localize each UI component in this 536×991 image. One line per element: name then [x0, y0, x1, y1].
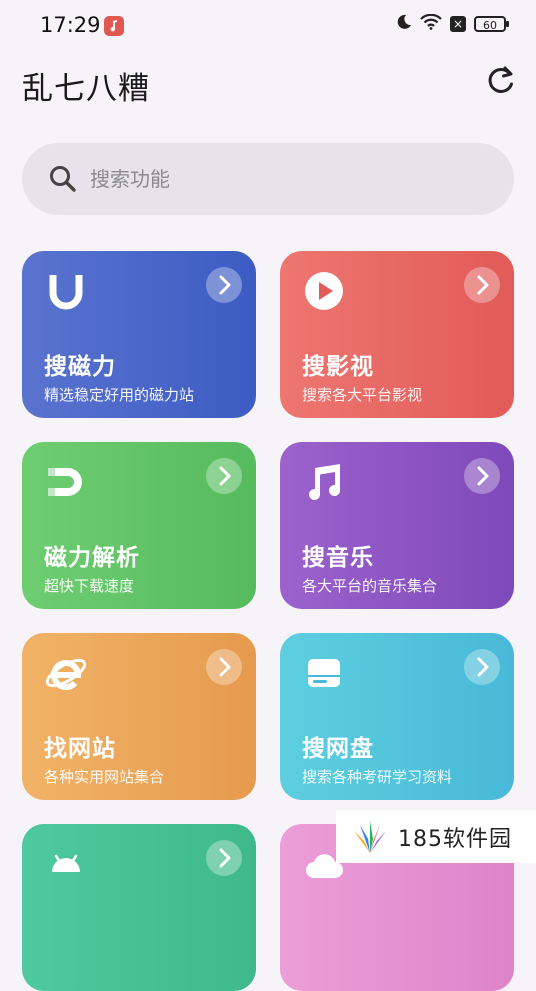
card-search-music[interactable]: 搜音乐 各大平台的音乐集合: [280, 442, 514, 609]
ie-browser-icon: [45, 658, 87, 691]
chevron-right-icon[interactable]: [206, 840, 242, 876]
watermark-text: 185软件园: [398, 826, 512, 852]
card-android[interactable]: [22, 824, 256, 991]
card-title: 找网站: [44, 736, 116, 762]
close-box-icon: ×: [450, 16, 466, 32]
wifi-icon: [420, 13, 442, 34]
refresh-icon: [488, 66, 513, 93]
chevron-right-icon[interactable]: [206, 267, 242, 303]
magnet-u-icon: [49, 275, 83, 310]
card-title: 搜音乐: [302, 545, 374, 571]
card-search-magnet[interactable]: 搜磁力 精选稳定好用的磁力站: [22, 251, 256, 418]
search-bar[interactable]: [22, 143, 514, 215]
card-title: 搜影视: [302, 354, 374, 380]
moon-icon: [396, 14, 412, 34]
card-subtitle: 搜索各大平台影视: [302, 386, 423, 404]
card-title: 搜磁力: [44, 354, 116, 380]
card-magnet-parse[interactable]: 磁力解析 超快下载速度: [22, 442, 256, 609]
card-find-website[interactable]: 找网站 各种实用网站集合: [22, 633, 256, 800]
card-title: 搜网盘: [302, 736, 374, 762]
chevron-right-icon[interactable]: [206, 649, 242, 685]
page-title: 乱七八糟: [22, 71, 150, 107]
status-icons: × 60: [396, 13, 509, 34]
watermark-logo-icon: [354, 820, 386, 853]
battery-icon: 60: [474, 16, 509, 32]
watermark: 185软件园: [336, 810, 536, 863]
card-search-netdisk[interactable]: 搜网盘 搜索各种考研学习资料: [280, 633, 514, 800]
music-note-icon: [309, 464, 341, 500]
card-subtitle: 超快下载速度: [44, 577, 135, 595]
chevron-right-icon[interactable]: [206, 458, 242, 494]
card-search-video[interactable]: 搜影视 搜索各大平台影视: [280, 251, 514, 418]
refresh-button[interactable]: [484, 64, 518, 98]
status-bar: 17:29 × 60: [0, 0, 536, 56]
play-icon: [305, 272, 343, 310]
card-subtitle: 精选稳定好用的磁力站: [44, 386, 195, 404]
drive-icon: [308, 659, 340, 687]
card-title: 磁力解析: [44, 545, 140, 571]
card-subtitle: 各大平台的音乐集合: [302, 577, 438, 595]
card-subtitle: 各种实用网站集合: [44, 768, 165, 786]
card-subtitle: 搜索各种考研学习资料: [302, 768, 453, 786]
music-app-icon: [104, 16, 124, 36]
chevron-right-icon[interactable]: [464, 649, 500, 685]
chevron-right-icon[interactable]: [464, 267, 500, 303]
search-input[interactable]: [88, 166, 472, 192]
android-icon: [52, 854, 80, 872]
magnet-icon: [48, 468, 82, 496]
search-icon: [50, 166, 76, 192]
status-time: 17:29: [40, 13, 101, 37]
chevron-right-icon[interactable]: [464, 458, 500, 494]
